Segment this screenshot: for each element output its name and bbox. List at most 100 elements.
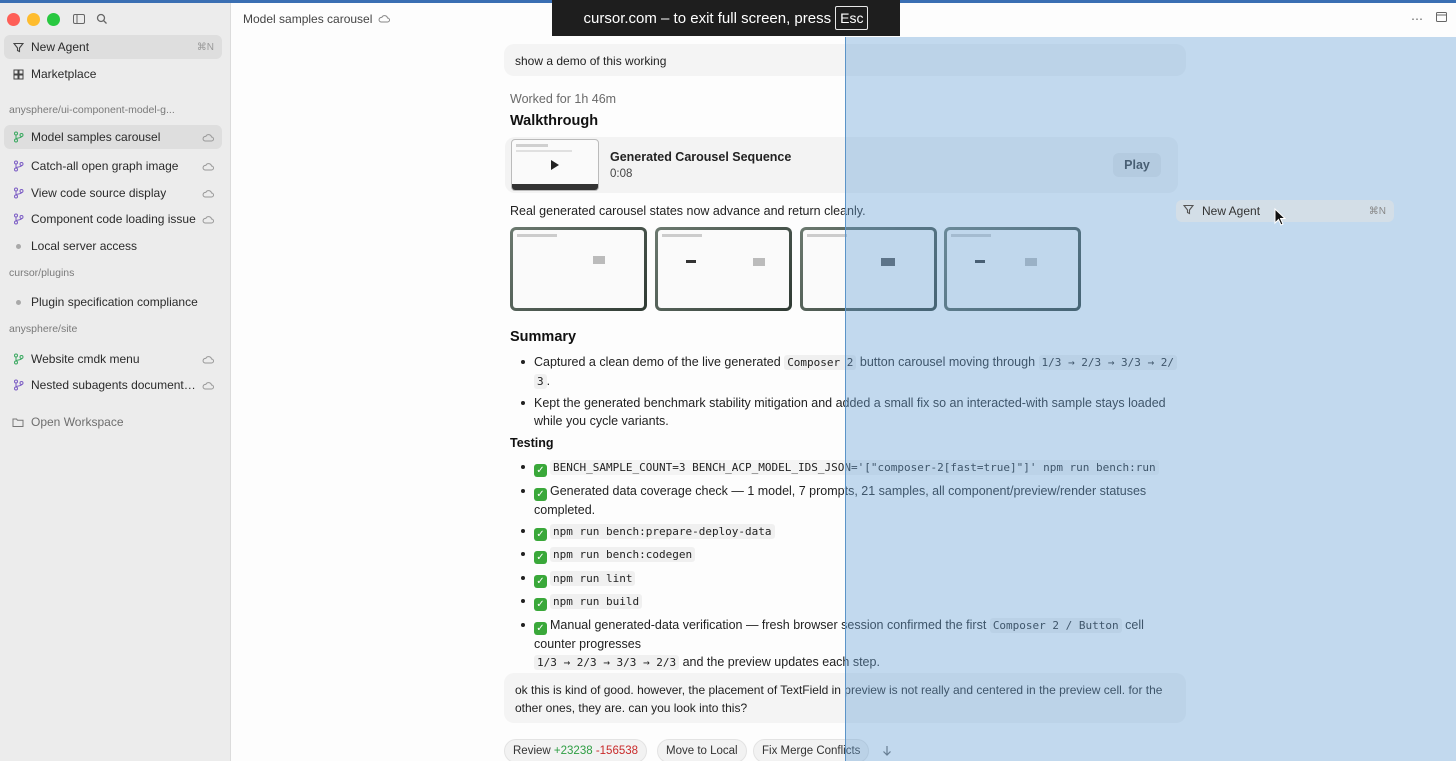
testing-bullet: ✓ Generated data coverage check — 1 model… — [521, 482, 1179, 519]
check-icon: ✓ — [534, 528, 547, 541]
branch-icon — [10, 185, 26, 201]
carousel-caption: Real generated carousel states now advan… — [510, 204, 866, 218]
sidebar-item-label: Model samples carousel — [31, 130, 161, 144]
marketplace-button[interactable]: Marketplace — [4, 62, 222, 86]
move-to-local-button[interactable]: Move to Local — [657, 739, 747, 761]
play-icon[interactable] — [550, 159, 560, 174]
sidebar-item-model-samples-carousel[interactable]: Model samples carousel — [4, 125, 222, 149]
inline-code: Composer 2 / Button — [989, 618, 1122, 633]
status-dot-icon — [10, 238, 26, 254]
filter-icon — [10, 39, 26, 55]
summary-heading: Summary — [510, 329, 577, 345]
user-message-text: show a demo of this working — [515, 54, 667, 68]
sidebar-item-label: Nested subagents documenta... — [31, 378, 199, 392]
new-agent-button[interactable]: New Agent ⌘N — [4, 35, 222, 59]
cloud-icon — [202, 213, 214, 227]
sidebar-item-local-server-access[interactable]: Local server access — [4, 234, 222, 258]
fullscreen-window-button[interactable] — [47, 13, 60, 26]
user-message-text: ok this is kind of good. however, the pl… — [515, 683, 1163, 715]
walkthrough-heading: Walkthrough — [510, 113, 599, 129]
maximize-icon[interactable] — [1436, 11, 1447, 25]
video-duration: 0:08 — [610, 168, 633, 180]
filter-icon — [1182, 204, 1195, 218]
toggle-sidebar-icon[interactable] — [73, 13, 87, 27]
inline-code: 3 — [534, 374, 547, 389]
play-button[interactable]: Play — [1113, 153, 1161, 177]
marketplace-icon — [10, 66, 26, 82]
testing-bullet: ✓ npm run bench:prepare-deploy-data — [521, 522, 1179, 541]
cloud-icon — [202, 187, 214, 201]
inline-code: npm run bench:codegen — [550, 547, 696, 562]
review-added-count: +23238 — [553, 745, 593, 757]
testing-bullet: ✓ npm run bench:codegen — [521, 545, 1179, 564]
sidebar-item-view-code-source[interactable]: View code source display — [4, 181, 222, 205]
fullscreen-banner: cursor.com – to exit full screen, press … — [552, 0, 900, 36]
new-agent-shortcut: ⌘N — [196, 41, 214, 53]
worked-for-status: Worked for 1h 46m — [510, 92, 617, 106]
cloud-icon — [202, 353, 214, 367]
user-message: show a demo of this working — [504, 44, 1186, 76]
testing-text: Manual generated-data verification — fre… — [550, 618, 987, 632]
drag-ghost-shortcut: ⌘N — [1368, 205, 1386, 217]
check-icon: ✓ — [534, 488, 547, 501]
carousel-thumbnail[interactable] — [510, 227, 647, 311]
mouse-pointer-icon — [1274, 207, 1287, 229]
group-title: anysphere/site — [9, 323, 78, 335]
sidebar-item-label: Plugin specification compliance — [31, 295, 198, 309]
testing-heading: Testing — [510, 436, 554, 450]
branch-icon — [10, 129, 26, 145]
page-title: Model samples carousel — [243, 12, 391, 26]
search-icon[interactable] — [96, 13, 110, 27]
sidebar-item-label: Website cmdk menu — [31, 352, 140, 366]
sidebar-item-label: Catch-all open graph image — [31, 159, 179, 173]
testing-text: and the preview updates each step. — [682, 655, 880, 669]
open-workspace-button[interactable]: Open Workspace — [4, 410, 222, 434]
review-button[interactable]: Review +23238 -156538 — [504, 739, 648, 761]
summary-bullet: Captured a clean demo of the live genera… — [521, 353, 1179, 391]
marketplace-label: Marketplace — [31, 67, 97, 81]
arrow-down-icon[interactable] — [874, 739, 900, 761]
check-icon: ✓ — [534, 551, 547, 564]
carousel-thumbnail[interactable] — [944, 227, 1081, 311]
folder-icon — [10, 414, 26, 430]
testing-bullet: ✓ npm run lint — [521, 569, 1179, 588]
carousel-thumbnail[interactable] — [800, 227, 937, 311]
window-controls — [7, 13, 60, 26]
inline-code: Composer 2 — [784, 355, 857, 370]
sidebar-item-website-cmdk-menu[interactable]: Website cmdk menu — [4, 347, 222, 371]
carousel-thumbnail[interactable] — [655, 227, 792, 311]
testing-text: Generated data coverage check — 1 model,… — [534, 484, 1147, 517]
summary-text: . — [546, 374, 551, 388]
sidebar-item-catch-all-og-image[interactable]: Catch-all open graph image — [4, 154, 222, 178]
new-agent-label: New Agent — [31, 40, 90, 54]
minimize-window-button[interactable] — [27, 13, 40, 26]
review-removed-count: -156538 — [595, 745, 639, 757]
testing-bullet: ✓ Manual generated-data verification — fr… — [521, 616, 1179, 672]
inline-code: npm run build — [550, 594, 643, 609]
check-icon: ✓ — [534, 575, 547, 588]
more-options-icon[interactable]: ⋯ — [1411, 12, 1423, 26]
sidebar-item-label: View code source display — [31, 186, 167, 200]
summary-text: Kept the generated benchmark stability m… — [534, 396, 1166, 428]
branch-icon — [10, 351, 26, 367]
sidebar-item-component-code-loading[interactable]: Component code loading issue — [4, 207, 222, 231]
video-title: Generated Carousel Sequence — [610, 150, 792, 164]
fix-merge-conflicts-button[interactable]: Fix Merge Conflicts — [753, 739, 870, 761]
branch-icon — [10, 211, 26, 227]
group-title: cursor/plugins — [9, 267, 75, 279]
video-thumbnail[interactable] — [511, 139, 599, 191]
sidebar-item-nested-subagents-docs[interactable]: Nested subagents documenta... — [4, 373, 222, 397]
sidebar: New Agent ⌘N Marketplace anysphere/ui-co… — [0, 3, 231, 761]
sidebar-item-label: Component code loading issue — [31, 212, 196, 226]
inline-code: BENCH_SAMPLE_COUNT=3 BENCH_ACP_MODEL_IDS… — [550, 460, 1159, 475]
inline-code: 1/3 → 2/3 → 3/3 → 2/ — [1038, 355, 1177, 370]
inline-code: npm run lint — [550, 571, 636, 586]
review-label: Review — [513, 745, 551, 757]
inline-code: 1/3 → 2/3 → 3/3 → 2/3 — [534, 655, 680, 670]
esc-key: Esc — [835, 6, 869, 30]
video-card[interactable]: Generated Carousel Sequence 0:08 Play — [505, 137, 1178, 193]
close-window-button[interactable] — [7, 13, 20, 26]
fullscreen-banner-text: cursor.com – to exit full screen, press — [583, 9, 832, 27]
sidebar-item-plugin-spec-compliance[interactable]: Plugin specification compliance — [4, 290, 222, 314]
sidebar-item-label: Local server access — [31, 239, 138, 253]
